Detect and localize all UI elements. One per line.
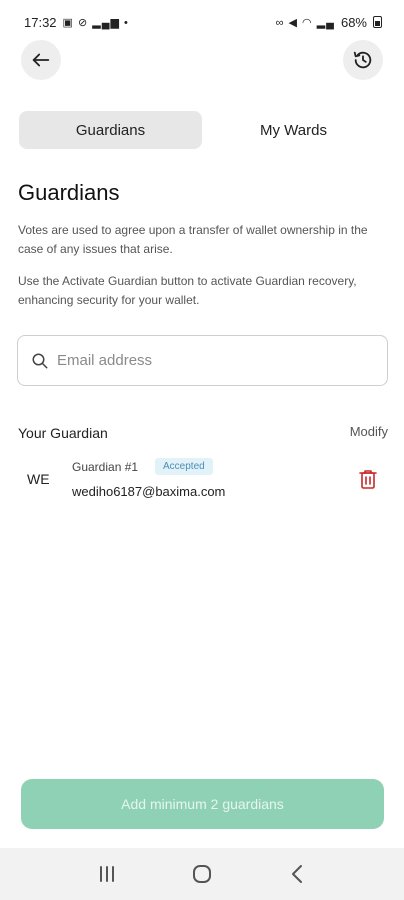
add-guardians-button[interactable]: Add minimum 2 guardians bbox=[21, 779, 384, 829]
email-search-field[interactable] bbox=[17, 335, 388, 386]
arrow-left-icon bbox=[32, 53, 50, 67]
status-left: 17:32 ▣ ⊘ ▂▄▆ • bbox=[24, 15, 129, 30]
nav-back-button[interactable] bbox=[277, 854, 317, 894]
nav-home-button[interactable] bbox=[182, 854, 222, 894]
description-votes: Votes are used to agree upon a transfer … bbox=[18, 223, 368, 256]
guardian-avatar: WE bbox=[27, 471, 50, 487]
email-input[interactable] bbox=[57, 352, 357, 369]
status-time: 17:32 bbox=[24, 14, 57, 30]
search-icon bbox=[32, 353, 48, 368]
system-nav-bar bbox=[0, 848, 404, 900]
delete-guardian-button[interactable] bbox=[356, 467, 380, 491]
page-title: Guardians bbox=[18, 180, 120, 205]
recents-icon bbox=[100, 866, 115, 882]
top-bar bbox=[0, 40, 404, 84]
trash-icon bbox=[359, 470, 377, 489]
status-bar: 17:32 ▣ ⊘ ▂▄▆ • ∞ ◀ ◠ ▂▄ 68% bbox=[0, 0, 404, 44]
status-right: ∞ ◀ ◠ ▂▄ 68% bbox=[276, 15, 382, 30]
history-icon bbox=[353, 51, 372, 69]
tab-my-wards[interactable]: My Wards bbox=[202, 111, 385, 149]
status-badge: Accepted bbox=[155, 458, 213, 475]
history-button[interactable] bbox=[343, 40, 383, 80]
section-title: Your Guardian bbox=[18, 425, 108, 441]
notification-icons: ▣ ⊘ ▂▄▆ • bbox=[62, 16, 129, 29]
system-icons: ∞ ◀ ◠ ▂▄ bbox=[275, 16, 335, 29]
back-button[interactable] bbox=[21, 40, 61, 80]
nav-recents-button[interactable] bbox=[87, 854, 127, 894]
guardian-email: wediho6187@baxima.com bbox=[72, 484, 226, 499]
battery-icon bbox=[373, 16, 382, 28]
chevron-left-icon bbox=[291, 865, 302, 883]
description-activate: Use the Activate Guardian button to acti… bbox=[18, 274, 357, 307]
guardian-list-item: WE Guardian #1 Accepted wediho6187@baxim… bbox=[18, 455, 386, 505]
guardian-name: Guardian #1 bbox=[72, 460, 139, 474]
home-icon bbox=[192, 865, 211, 883]
tab-bar: Guardians My Wards bbox=[19, 111, 386, 151]
modify-button[interactable]: Modify bbox=[350, 424, 388, 439]
battery-level: 68% bbox=[340, 14, 367, 30]
tab-guardians[interactable]: Guardians bbox=[19, 111, 202, 149]
